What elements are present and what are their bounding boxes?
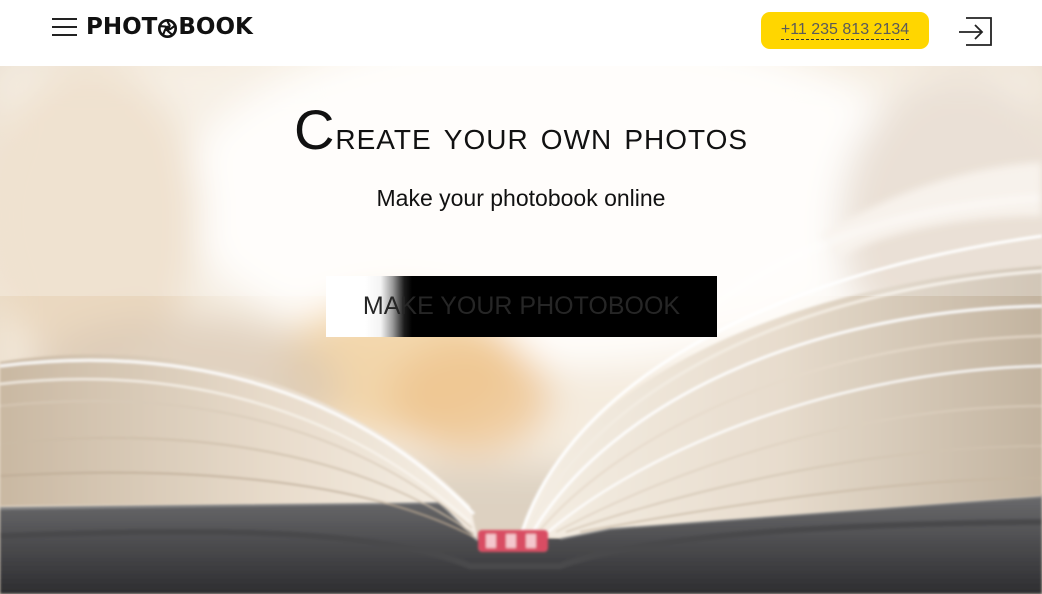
hamburger-menu-icon[interactable]	[52, 17, 77, 37]
cta-label: MAKE YOUR PHOTOBOOK	[362, 292, 681, 320]
logo-text-suffix: BOOK	[178, 14, 253, 40]
logo-text-prefix: PHOT	[86, 14, 158, 40]
sign-in-arrow-icon[interactable]	[955, 14, 995, 48]
logo[interactable]: PHOT BOOK	[86, 12, 253, 42]
make-your-photobook-button[interactable]: MAKE YOUR PHOTOBOOK	[326, 276, 717, 337]
camera-aperture-icon	[158, 18, 178, 38]
hero-section: Create your own photos Make your photobo…	[0, 66, 1042, 594]
phone-number: +11 235 813 2134	[780, 20, 910, 40]
page: PHOT BOOK +11 235 813 2134 Create your o…	[0, 0, 1042, 594]
site-header: PHOT BOOK +11 235 813 2134	[0, 0, 1042, 66]
hero-subtitle: Make your photobook online	[376, 185, 666, 211]
phone-button[interactable]: +11 235 813 2134	[761, 12, 929, 49]
hero-title: Create your own photos	[293, 98, 749, 161]
